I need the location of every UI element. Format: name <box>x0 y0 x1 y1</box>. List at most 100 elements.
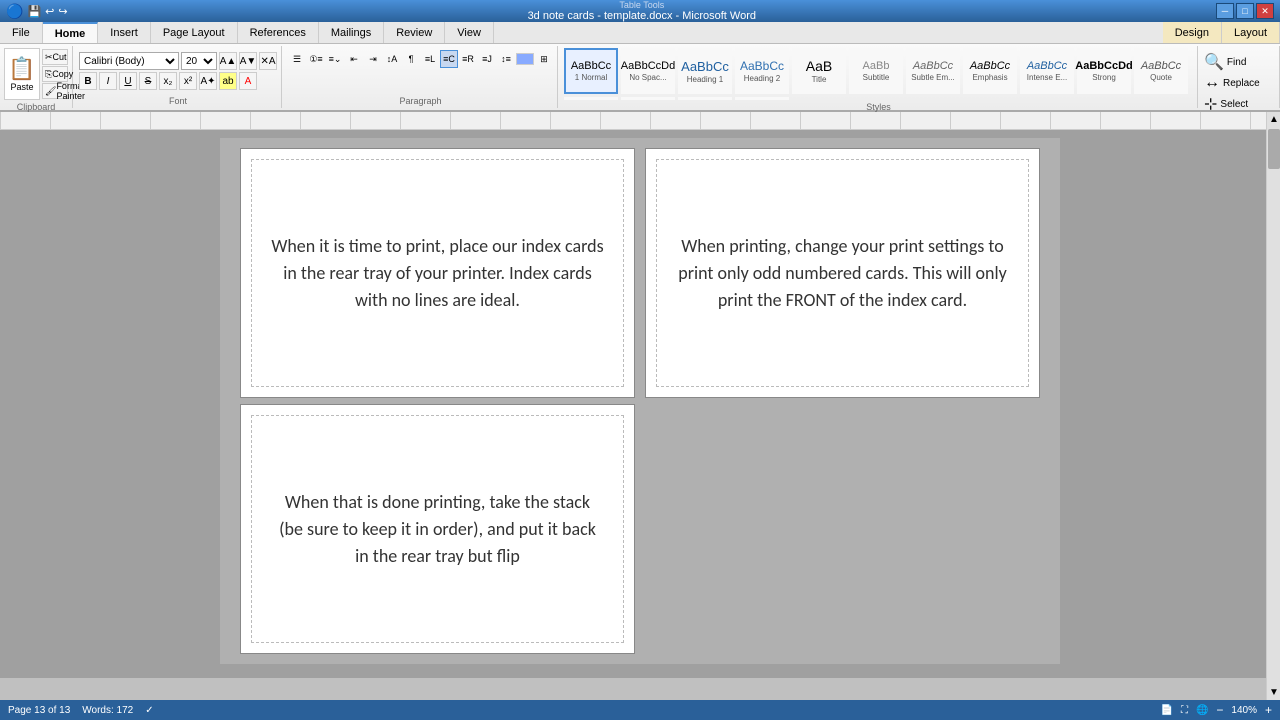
cut-button[interactable]: ✂ Cut <box>42 49 68 65</box>
borders-button[interactable]: ⊞ <box>535 50 553 68</box>
shrink-font-button[interactable]: A▼ <box>239 52 257 70</box>
title-bar: 🔵 💾 ↩ ↪ Table Tools 3d note cards - temp… <box>0 0 1280 22</box>
index-card-1[interactable]: When it is time to print, place our inde… <box>240 148 635 398</box>
card-2-text: When printing, change your print setting… <box>656 203 1029 344</box>
italic-button[interactable]: I <box>99 72 117 90</box>
style-subtle-em[interactable]: AaBbCc Subtle Em... <box>906 48 960 94</box>
quick-access-redo[interactable]: ↪ <box>58 5 67 18</box>
tab-mailings[interactable]: Mailings <box>319 22 384 43</box>
window-title: 3d note cards - template.docx - Microsof… <box>528 10 756 22</box>
superscript-button[interactable]: x² <box>179 72 197 90</box>
grow-font-button[interactable]: A▲ <box>219 52 237 70</box>
align-left-button[interactable]: ≡L <box>421 50 439 68</box>
format-painter-button[interactable]: 🖌 Format Painter <box>42 83 68 99</box>
document-area: When it is time to print, place our inde… <box>0 130 1280 678</box>
select-label: Select <box>1220 99 1248 110</box>
replace-icon: ↔ <box>1204 74 1220 92</box>
print-layout-btn[interactable]: 📄 <box>1160 705 1172 716</box>
spell-check-status: ✓ <box>145 705 153 716</box>
style-strong[interactable]: AaBbCcDd Strong <box>1077 48 1131 94</box>
spell-icon: ✓ <box>145 705 153 716</box>
maximize-button[interactable]: □ <box>1236 3 1254 19</box>
style-subtitle[interactable]: AaBb Subtitle <box>849 48 903 94</box>
tab-page-layout[interactable]: Page Layout <box>151 22 238 43</box>
align-center-button[interactable]: ≡C <box>440 50 458 68</box>
word-icon: 🔵 <box>6 3 23 20</box>
align-right-button[interactable]: ≡R <box>459 50 477 68</box>
style-intense-em[interactable]: AaBbCc Intense E... <box>1020 48 1074 94</box>
ruler <box>0 112 1280 130</box>
index-card-3[interactable]: When that is done printing, take the sta… <box>240 404 635 654</box>
style-normal[interactable]: AaBbCc 1 Normal <box>564 48 618 94</box>
clipboard-label: Clipboard <box>4 100 68 112</box>
bullets-button[interactable]: ☰ <box>288 50 306 68</box>
scroll-down-button[interactable]: ▼ <box>1267 685 1280 700</box>
copy-button[interactable]: ⎘ Copy <box>42 66 68 82</box>
replace-button[interactable]: ↔ Replace <box>1204 74 1260 92</box>
index-card-2[interactable]: When printing, change your print setting… <box>645 148 1040 398</box>
style-heading2[interactable]: AaBbCc Heading 2 <box>735 48 789 94</box>
style-title[interactable]: AaB Title <box>792 48 846 94</box>
tab-file[interactable]: File <box>0 22 43 43</box>
tab-insert[interactable]: Insert <box>98 22 151 43</box>
web-layout-btn[interactable]: 🌐 <box>1196 705 1208 716</box>
tab-references[interactable]: References <box>238 22 319 43</box>
style-no-spacing[interactable]: AaBbCcDd No Spac... <box>621 48 675 94</box>
view-controls: 📄 ⛶ 🌐 − 140% + <box>1160 703 1272 717</box>
style-heading1[interactable]: AaBbCc Heading 1 <box>678 48 732 94</box>
font-name-select[interactable]: Calibri (Body) <box>79 52 179 70</box>
replace-label: Replace <box>1223 78 1260 89</box>
close-button[interactable]: ✕ <box>1256 3 1274 19</box>
page-count: Page 13 of 13 <box>8 705 70 716</box>
underline-button[interactable]: U <box>119 72 137 90</box>
strikethrough-button[interactable]: S <box>139 72 157 90</box>
copy-icon: ⎘ <box>45 69 52 80</box>
justify-button[interactable]: ≡J <box>478 50 496 68</box>
shading-button[interactable] <box>516 53 534 65</box>
tab-review[interactable]: Review <box>384 22 445 43</box>
text-effects-button[interactable]: A✦ <box>199 72 217 90</box>
find-label: Find <box>1227 57 1246 68</box>
sort-button[interactable]: ↕A <box>383 50 401 68</box>
vertical-scrollbar[interactable]: ▲ ▼ <box>1266 112 1280 700</box>
document-page: When it is time to print, place our inde… <box>220 138 1060 664</box>
editing-group: 🔍 Find ↔ Replace ⊹ Select Editing <box>1200 46 1280 108</box>
card-1-text: When it is time to print, place our inde… <box>251 203 624 344</box>
search-icon: 🔍 <box>1204 52 1224 72</box>
zoom-in-btn[interactable]: + <box>1265 703 1272 717</box>
tab-view[interactable]: View <box>445 22 494 43</box>
select-button[interactable]: ⊹ Select <box>1204 94 1248 114</box>
numbering-button[interactable]: ①≡ <box>307 50 325 68</box>
quick-access-undo[interactable]: ↩ <box>45 5 54 18</box>
font-group: Calibri (Body) 20 A▲ A▼ ✕A B I U S x₂ x² <box>75 46 282 108</box>
subscript-button[interactable]: x₂ <box>159 72 177 90</box>
multilevel-list-button[interactable]: ≡⌄ <box>326 50 344 68</box>
styles-label: Styles <box>564 100 1193 112</box>
decrease-indent-button[interactable]: ⇤ <box>345 50 363 68</box>
find-button[interactable]: 🔍 Find <box>1204 52 1246 72</box>
style-emphasis[interactable]: AaBbCc Emphasis <box>963 48 1017 94</box>
scroll-thumb[interactable] <box>1268 129 1280 169</box>
clipboard-group: 📋 Paste ✂ Cut ⎘ Copy 🖌 Format Painter Cl… <box>0 46 73 108</box>
tab-design[interactable]: Design <box>1163 22 1222 43</box>
scroll-up-button[interactable]: ▲ <box>1267 112 1280 127</box>
quick-access-save[interactable]: 💾 <box>27 5 41 18</box>
tab-layout[interactable]: Layout <box>1222 22 1280 43</box>
page-status: Page 13 of 13 <box>8 705 70 716</box>
clear-format-button[interactable]: ✕A <box>259 52 277 70</box>
style-quote[interactable]: AaBbCc Quote <box>1134 48 1188 94</box>
full-screen-btn[interactable]: ⛶ <box>1181 705 1188 716</box>
font-size-select[interactable]: 20 <box>181 52 217 70</box>
tab-home[interactable]: Home <box>43 22 99 43</box>
show-marks-button[interactable]: ¶ <box>402 50 420 68</box>
increase-indent-button[interactable]: ⇥ <box>364 50 382 68</box>
zoom-out-btn[interactable]: − <box>1216 703 1223 717</box>
font-color-button[interactable]: A <box>239 72 257 90</box>
highlight-button[interactable]: ab <box>219 72 237 90</box>
paste-icon: 📋 <box>8 56 35 82</box>
line-spacing-button[interactable]: ↕≡ <box>497 50 515 68</box>
minimize-button[interactable]: ─ <box>1216 3 1234 19</box>
bold-button[interactable]: B <box>79 72 97 90</box>
styles-swatches: AaBbCc 1 Normal AaBbCcDd No Spac... AaBb… <box>564 48 1193 100</box>
paste-button[interactable]: 📋 Paste <box>4 48 40 100</box>
